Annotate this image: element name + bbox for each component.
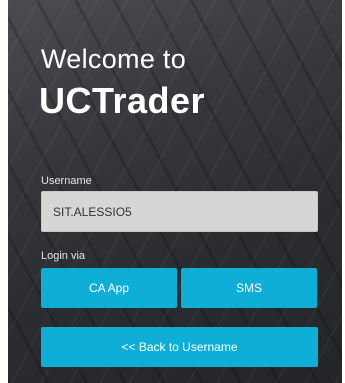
back-to-username-button[interactable]: << Back to Username (41, 327, 318, 367)
welcome-heading: Welcome to (41, 44, 187, 74)
login-panel: Welcome to UCTrader Username Login via C… (8, 0, 342, 383)
sms-button[interactable]: SMS (181, 268, 317, 308)
brand-title: UCTrader (39, 80, 206, 121)
login-via-label: Login via (41, 250, 86, 262)
username-input[interactable] (41, 191, 318, 232)
ca-app-button[interactable]: CA App (41, 268, 177, 308)
username-label: Username (41, 175, 92, 187)
